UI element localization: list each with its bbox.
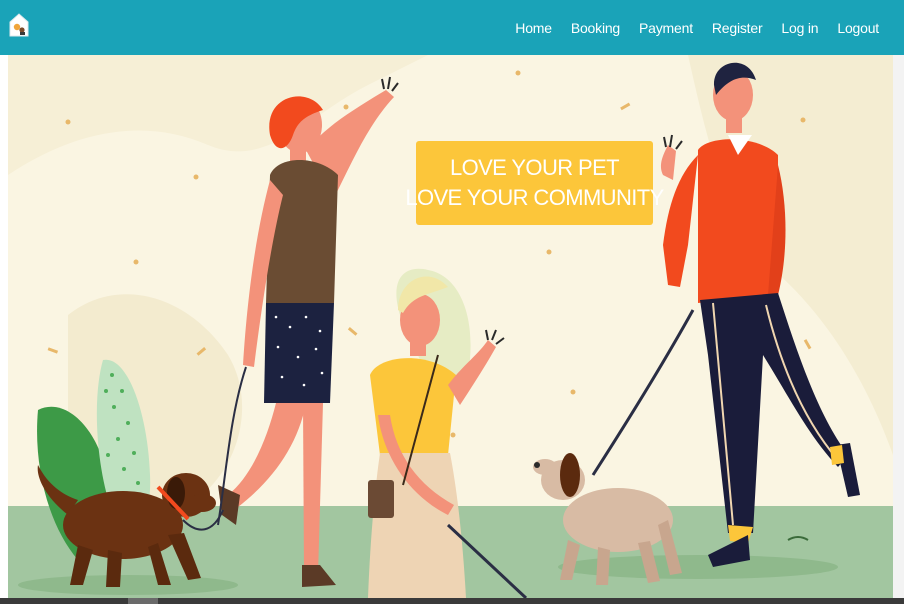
top-navbar: Home Booking Payment Register Log in Log…	[0, 0, 904, 55]
nav-logout-link[interactable]: Logout	[837, 20, 879, 36]
nav-home-link[interactable]: Home	[515, 20, 552, 36]
scrollbar-thumb[interactable]	[128, 598, 158, 604]
hero-section: LOVE YOUR PET LOVE YOUR COMMUNITY	[8, 55, 893, 598]
nav-register-link[interactable]: Register	[712, 20, 763, 36]
banner-line-1: LOVE YOUR PET	[449, 155, 620, 180]
home-logo-icon[interactable]	[8, 12, 30, 38]
nav-login-link[interactable]: Log in	[781, 20, 818, 36]
banner-line-2: LOVE YOUR COMMUNITY	[405, 185, 664, 210]
nav-payment-link[interactable]: Payment	[639, 20, 693, 36]
nav-booking-link[interactable]: Booking	[571, 20, 620, 36]
hero-illustration	[8, 55, 893, 598]
nav-links: Home Booking Payment Register Log in Log…	[496, 0, 879, 55]
page-right-gutter	[893, 55, 904, 598]
hero-banner: LOVE YOUR PET LOVE YOUR COMMUNITY	[405, 141, 664, 225]
